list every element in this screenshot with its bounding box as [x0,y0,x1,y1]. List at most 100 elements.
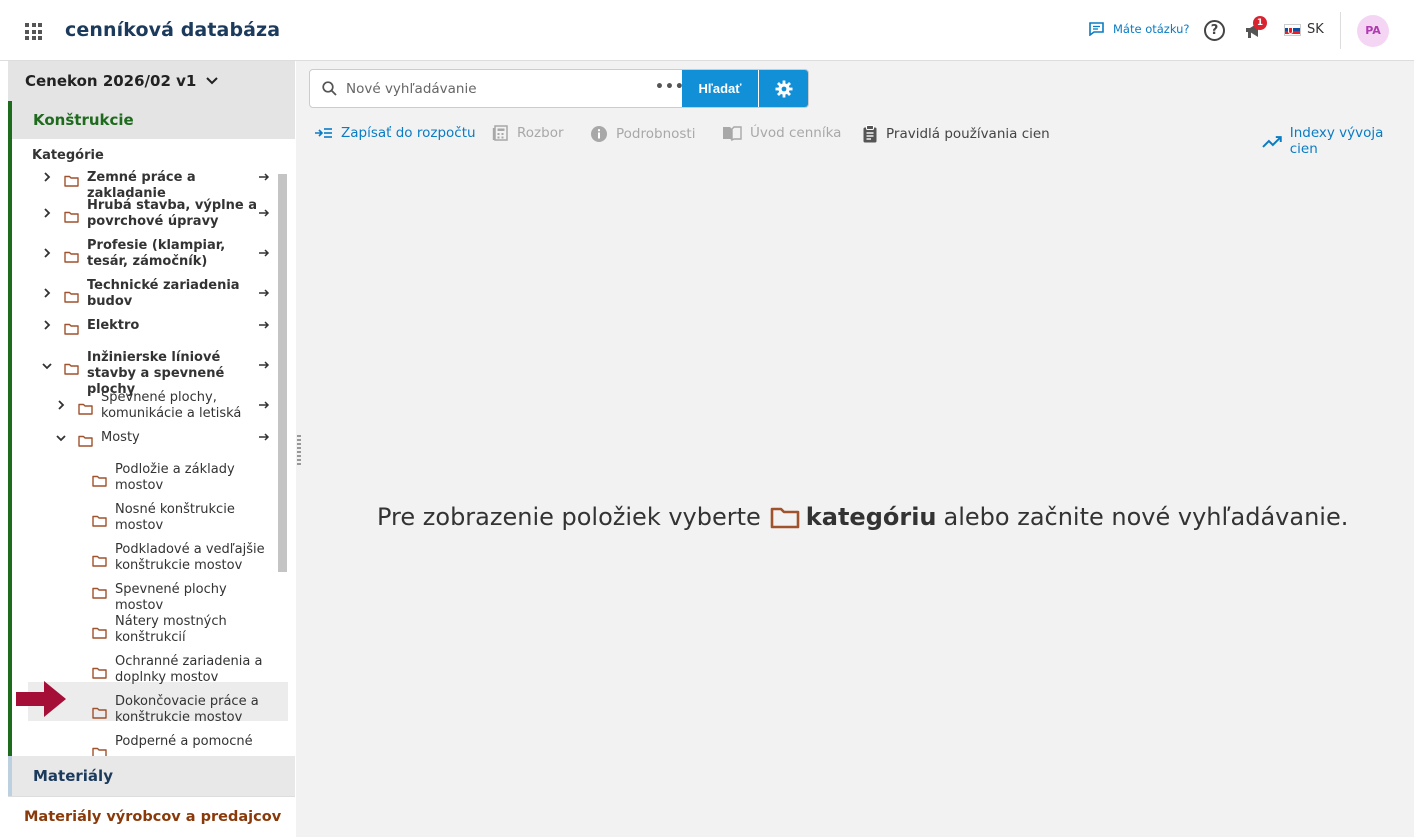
chevron-right-icon[interactable] [42,208,52,221]
tree-item[interactable]: Nátery mostných konštrukcií [12,614,274,646]
category-tree: Kategórie Zemné práce a zakladanie Hrubá … [8,139,295,756]
analysis-button[interactable]: Rozbor [492,125,564,141]
tree-item-label: Nátery mostných konštrukcií [115,614,227,645]
chevron-down-icon[interactable] [56,432,66,445]
section-materials[interactable]: Materiály [8,756,295,796]
open-category-arrow-icon[interactable] [259,400,271,413]
chevron-right-icon[interactable] [56,400,66,413]
notification-badge: 1 [1253,16,1267,30]
chevron-right-icon[interactable] [42,288,52,301]
tree-item[interactable]: Profesie (klampiar, tesár, zámočník) [12,238,274,270]
chevron-right-icon[interactable] [42,248,52,261]
empty-state-text-before: Pre zobrazenie položiek vyberte [377,503,761,531]
trend-line-icon [1262,135,1282,148]
red-pointer-arrow-icon [16,681,66,717]
price-usage-rules-label: Pravidlá používania cien [886,126,1050,142]
language-code: SK [1307,22,1324,37]
price-indexes-label: Indexy vývoja cien [1289,125,1384,157]
folder-icon [64,320,79,335]
tree-item-label: Profesie (klampiar, tesár, zámočník) [87,238,226,269]
folder-icon [64,208,79,223]
tree-item-label: Hrubá stavba, výplne a povrchové úpravy [87,198,257,229]
help-question-link[interactable]: Máte otázku? [1089,22,1190,36]
slovak-flag-icon [1284,23,1301,36]
book-icon [723,126,742,141]
tree-item[interactable]: Inžinierske líniové stavby a spevnené pl… [12,350,274,397]
open-category-arrow-icon[interactable] [259,320,271,333]
search-icon [322,81,337,96]
version-selector[interactable]: Cenekon 2026/02 v1 [8,61,295,101]
open-category-arrow-icon[interactable] [259,172,271,185]
tree-item-label: Podkladové a vedľajšie konštrukcie mosto… [115,542,265,573]
empty-state-message: Pre zobrazenie položiek vyberte kategóri… [377,503,1348,531]
price-usage-rules-button[interactable]: Pravidlá používania cien [862,125,1050,143]
open-category-arrow-icon[interactable] [259,432,271,445]
search-button[interactable]: Hľadať [682,70,758,107]
tree-item-label: Technické zariadenia budov [87,278,240,309]
tree-item[interactable]: Podložie a základy mostov [12,462,274,494]
apps-grid-icon[interactable] [25,23,42,40]
details-button[interactable]: Podrobnosti [590,125,695,143]
tree-item[interactable]: Technické zariadenia budov [12,278,274,310]
tree-item-label: Mosty [101,430,140,445]
user-avatar[interactable]: PA [1357,15,1389,47]
more-options-icon[interactable]: ••• [655,79,685,95]
chevron-right-icon[interactable] [42,172,52,185]
tree-item[interactable]: Elektro [12,318,274,335]
app-title[interactable]: cenníková databáza [65,19,280,41]
info-icon [591,126,607,142]
categories-heading: Kategórie [32,148,104,163]
chevron-right-icon[interactable] [42,320,52,333]
tree-item-label: Ochranné zariadenia a doplnky mostov [115,654,263,685]
tree-item[interactable]: Podkladové a vedľajšie konštrukcie mosto… [12,542,274,574]
write-to-budget-button[interactable]: Zapísať do rozpočtu [315,125,476,141]
search-input[interactable] [346,70,666,107]
tree-item[interactable]: Podperné a pomocné [12,734,274,756]
tree-item[interactable]: Mosty [12,430,274,447]
folder-icon [92,584,107,599]
insert-list-icon [315,128,332,138]
details-label: Podrobnosti [616,126,696,142]
tree-item[interactable]: Hrubá stavba, výplne a povrchové úpravy [12,198,274,230]
section-producer-materials[interactable]: Materiály výrobcov a predajcov [8,796,295,837]
settings-button[interactable] [759,70,808,107]
tree-item[interactable]: Spevnené plochy, komunikácie a letiská [12,390,274,422]
empty-state-text-after: alebo začnite nové vyhľadávanie. [943,503,1349,531]
header-divider [1340,12,1341,49]
chevron-down-icon [206,77,219,85]
panel-resize-handle[interactable] [297,435,301,465]
gear-icon [775,80,793,97]
pricelist-intro-label: Úvod cenníka [750,125,842,141]
open-category-arrow-icon[interactable] [259,288,271,301]
clipboard-icon [863,125,877,143]
folder-icon [770,507,800,528]
language-selector[interactable]: SK [1284,22,1324,37]
section-constructions[interactable]: Konštrukcie [8,101,295,139]
tree-item[interactable]: Zemné práce a zakladanie [12,170,274,201]
folder-icon [92,624,107,639]
help-icon[interactable]: ? [1204,20,1225,41]
tree-scrollbar[interactable] [278,174,287,572]
pricelist-intro-button[interactable]: Úvod cenníka [722,125,841,141]
folder-icon [78,432,93,447]
tree-item-label: Elektro [87,318,140,333]
tree-item-label: Podperné a pomocné [115,734,253,749]
tree-item[interactable]: Spevnené plochy mostov [12,582,274,613]
folder-icon [92,512,107,527]
open-category-arrow-icon[interactable] [259,360,271,373]
folder-icon [64,248,79,263]
folder-icon [92,664,107,679]
price-indexes-button[interactable]: Indexy vývoja cien [1262,125,1414,157]
folder-icon [78,400,93,415]
chevron-down-icon[interactable] [42,360,52,373]
tree-item[interactable]: Nosné konštrukcie mostov [12,502,274,534]
empty-state-category-keyword: kategóriu [805,503,937,531]
version-label: Cenekon 2026/02 v1 [25,72,197,90]
folder-icon [64,288,79,303]
chat-icon [1089,22,1104,36]
folder-icon [92,744,107,756]
open-category-arrow-icon[interactable] [259,208,271,221]
write-to-budget-label: Zapísať do rozpočtu [341,125,476,141]
folder-icon [92,472,107,487]
open-category-arrow-icon[interactable] [259,248,271,261]
